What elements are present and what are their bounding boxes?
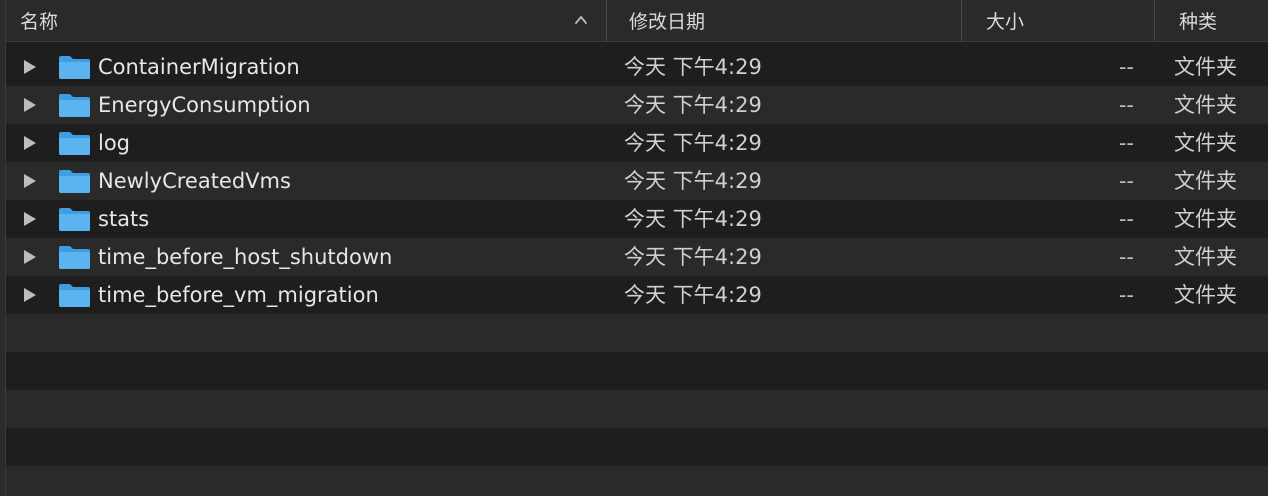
column-header-size-label: 大小 <box>986 11 1025 33</box>
file-kind: 文件夹 <box>1174 283 1237 307</box>
column-header-name[interactable]: 名称 <box>6 0 606 41</box>
finder-list-view: 名称 修改日期 大小 种类 ContainerMigration 今天 下午4:… <box>0 0 1268 496</box>
disclosure-triangle-icon[interactable] <box>23 173 37 189</box>
file-row[interactable]: EnergyConsumption 今天 下午4:29 -- 文件夹 <box>6 86 1268 124</box>
file-row[interactable]: log 今天 下午4:29 -- 文件夹 <box>6 124 1268 162</box>
empty-row <box>6 314 1268 352</box>
disclosure-triangle-icon[interactable] <box>23 135 37 151</box>
file-row[interactable]: stats 今天 下午4:29 -- 文件夹 <box>6 200 1268 238</box>
disclosure-triangle-icon[interactable] <box>23 287 37 303</box>
column-header-kind-label: 种类 <box>1179 11 1218 33</box>
column-header-date-label: 修改日期 <box>629 11 706 33</box>
file-date: 今天 下午4:29 <box>624 283 762 307</box>
file-size: -- <box>1118 55 1134 79</box>
file-row[interactable]: time_before_host_shutdown 今天 下午4:29 -- 文… <box>6 238 1268 276</box>
file-name: EnergyConsumption <box>98 93 311 117</box>
file-date: 今天 下午4:29 <box>624 55 762 79</box>
file-date: 今天 下午4:29 <box>624 93 762 117</box>
column-header-bar: 名称 修改日期 大小 种类 <box>6 0 1268 42</box>
file-size: -- <box>1118 245 1134 269</box>
disclosure-triangle-icon[interactable] <box>23 249 37 265</box>
file-row[interactable]: NewlyCreatedVms 今天 下午4:29 -- 文件夹 <box>6 162 1268 200</box>
file-kind: 文件夹 <box>1174 245 1237 269</box>
file-kind: 文件夹 <box>1174 207 1237 231</box>
file-kind: 文件夹 <box>1174 131 1237 155</box>
file-name: time_before_host_shutdown <box>98 245 393 269</box>
file-date: 今天 下午4:29 <box>624 131 762 155</box>
folder-icon <box>59 246 90 269</box>
file-date: 今天 下午4:29 <box>624 245 762 269</box>
disclosure-triangle-icon[interactable] <box>23 59 37 75</box>
file-row[interactable]: ContainerMigration 今天 下午4:29 -- 文件夹 <box>6 48 1268 86</box>
file-list: ContainerMigration 今天 下午4:29 -- 文件夹 Ener… <box>6 48 1268 496</box>
column-header-kind[interactable]: 种类 <box>1154 0 1268 41</box>
file-kind: 文件夹 <box>1174 169 1237 193</box>
empty-row <box>6 352 1268 390</box>
disclosure-triangle-icon[interactable] <box>23 211 37 227</box>
file-name: NewlyCreatedVms <box>98 169 291 193</box>
column-header-name-label: 名称 <box>20 11 59 33</box>
folder-icon <box>59 94 90 117</box>
empty-row <box>6 428 1268 466</box>
file-row[interactable]: time_before_vm_migration 今天 下午4:29 -- 文件… <box>6 276 1268 314</box>
file-kind: 文件夹 <box>1174 55 1237 79</box>
folder-icon <box>59 132 90 155</box>
file-size: -- <box>1118 169 1134 193</box>
folder-icon <box>59 56 90 79</box>
column-header-size[interactable]: 大小 <box>961 0 1154 41</box>
file-size: -- <box>1118 131 1134 155</box>
file-size: -- <box>1118 93 1134 117</box>
column-header-date[interactable]: 修改日期 <box>606 0 961 41</box>
folder-icon <box>59 284 90 307</box>
disclosure-triangle-icon[interactable] <box>23 97 37 113</box>
file-name: ContainerMigration <box>98 55 300 79</box>
file-kind: 文件夹 <box>1174 93 1237 117</box>
chevron-up-icon <box>575 16 587 24</box>
folder-icon <box>59 208 90 231</box>
file-size: -- <box>1118 283 1134 307</box>
file-name: log <box>98 131 131 155</box>
file-date: 今天 下午4:29 <box>624 207 762 231</box>
file-size: -- <box>1118 207 1134 231</box>
folder-icon <box>59 170 90 193</box>
file-date: 今天 下午4:29 <box>624 169 762 193</box>
file-name: time_before_vm_migration <box>98 283 379 307</box>
empty-row <box>6 466 1268 496</box>
file-name: stats <box>98 207 150 231</box>
empty-row <box>6 390 1268 428</box>
